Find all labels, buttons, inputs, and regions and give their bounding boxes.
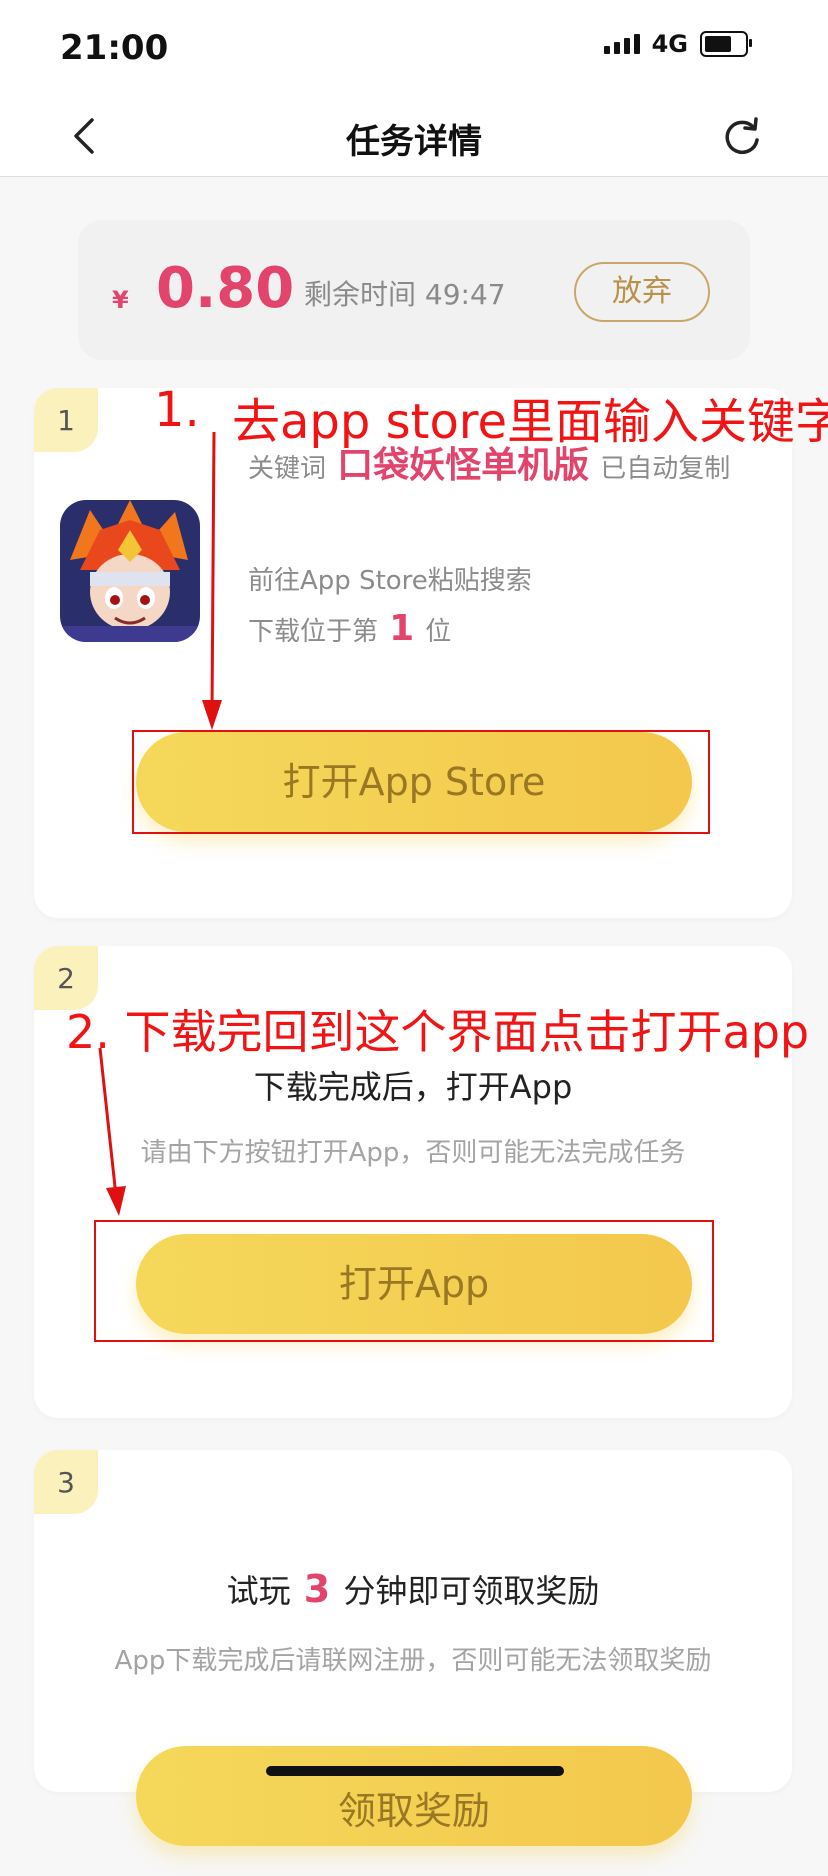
- step-2-heading: 下载完成后，打开App: [253, 1068, 573, 1106]
- status-indicators: 4G: [603, 30, 752, 58]
- battery-icon: [700, 31, 752, 57]
- signal-icon: [603, 34, 640, 54]
- keyword-label: 关键词: [248, 454, 327, 484]
- step-2-note: 请由下方按钮打开App，否则可能无法完成任务: [140, 1138, 686, 1168]
- home-indicator[interactable]: [266, 1766, 564, 1776]
- annotation-box-open-app-store: [132, 730, 710, 834]
- step-3-heading-suffix: 分钟即可领取奖励: [343, 1572, 600, 1610]
- annotation-box-open-app: [94, 1220, 714, 1342]
- rank-value: 1: [389, 608, 415, 649]
- appstore-instruction: 前往App Store粘贴搜索: [248, 566, 532, 596]
- app-icon: [60, 500, 200, 642]
- status-bar: 21:00 4G: [0, 0, 828, 100]
- remaining-time: 剩余时间 49:47: [304, 278, 506, 311]
- step-3-card: 3 试玩 3 分钟即可领取奖励 App下载完成后请联网注册，否则可能无法领取奖励…: [34, 1450, 792, 1846]
- step-1-card: 1 关键词 口袋妖怪单机版 已自动复制 前往App Store粘贴搜索 下载位于…: [34, 388, 792, 918]
- currency-symbol: ¥: [112, 286, 129, 314]
- step-3-heading: 试玩 3 分钟即可领取奖励: [34, 1566, 792, 1612]
- annotation-step-2-text: 2. 下载完回到这个界面点击打开app: [66, 1005, 810, 1059]
- refresh-icon[interactable]: [720, 114, 764, 158]
- nav-bar: 任务详情: [0, 100, 828, 177]
- rank-label: 下载位于第: [248, 617, 379, 647]
- step-3-badge: 3: [34, 1450, 98, 1514]
- page-title: 任务详情: [346, 122, 482, 162]
- reward-amount: 0.80: [156, 256, 295, 321]
- claim-reward-button[interactable]: 领取奖励: [136, 1746, 692, 1846]
- rank-suffix: 位: [425, 617, 452, 647]
- annotation-arrow-1: [202, 431, 222, 730]
- keyword-copied-note: 已自动复制: [600, 454, 731, 484]
- rank-line: 下载位于第 1 位: [248, 608, 451, 649]
- step-1-badge: 1: [34, 388, 98, 452]
- annotation-step-1-text: 去app store里面输入关键字: [232, 394, 828, 450]
- status-time: 21:00: [60, 28, 169, 68]
- reward-header: ¥ 0.80 剩余时间 49:47 放弃: [78, 220, 750, 360]
- give-up-button[interactable]: 放弃: [574, 262, 710, 322]
- step-3-note: App下载完成后请联网注册，否则可能无法领取奖励: [114, 1646, 712, 1676]
- play-minutes: 3: [303, 1567, 331, 1611]
- step-3-heading-prefix: 试玩: [226, 1572, 291, 1610]
- network-type: 4G: [651, 30, 688, 58]
- annotation-arrow-2: [98, 1047, 126, 1216]
